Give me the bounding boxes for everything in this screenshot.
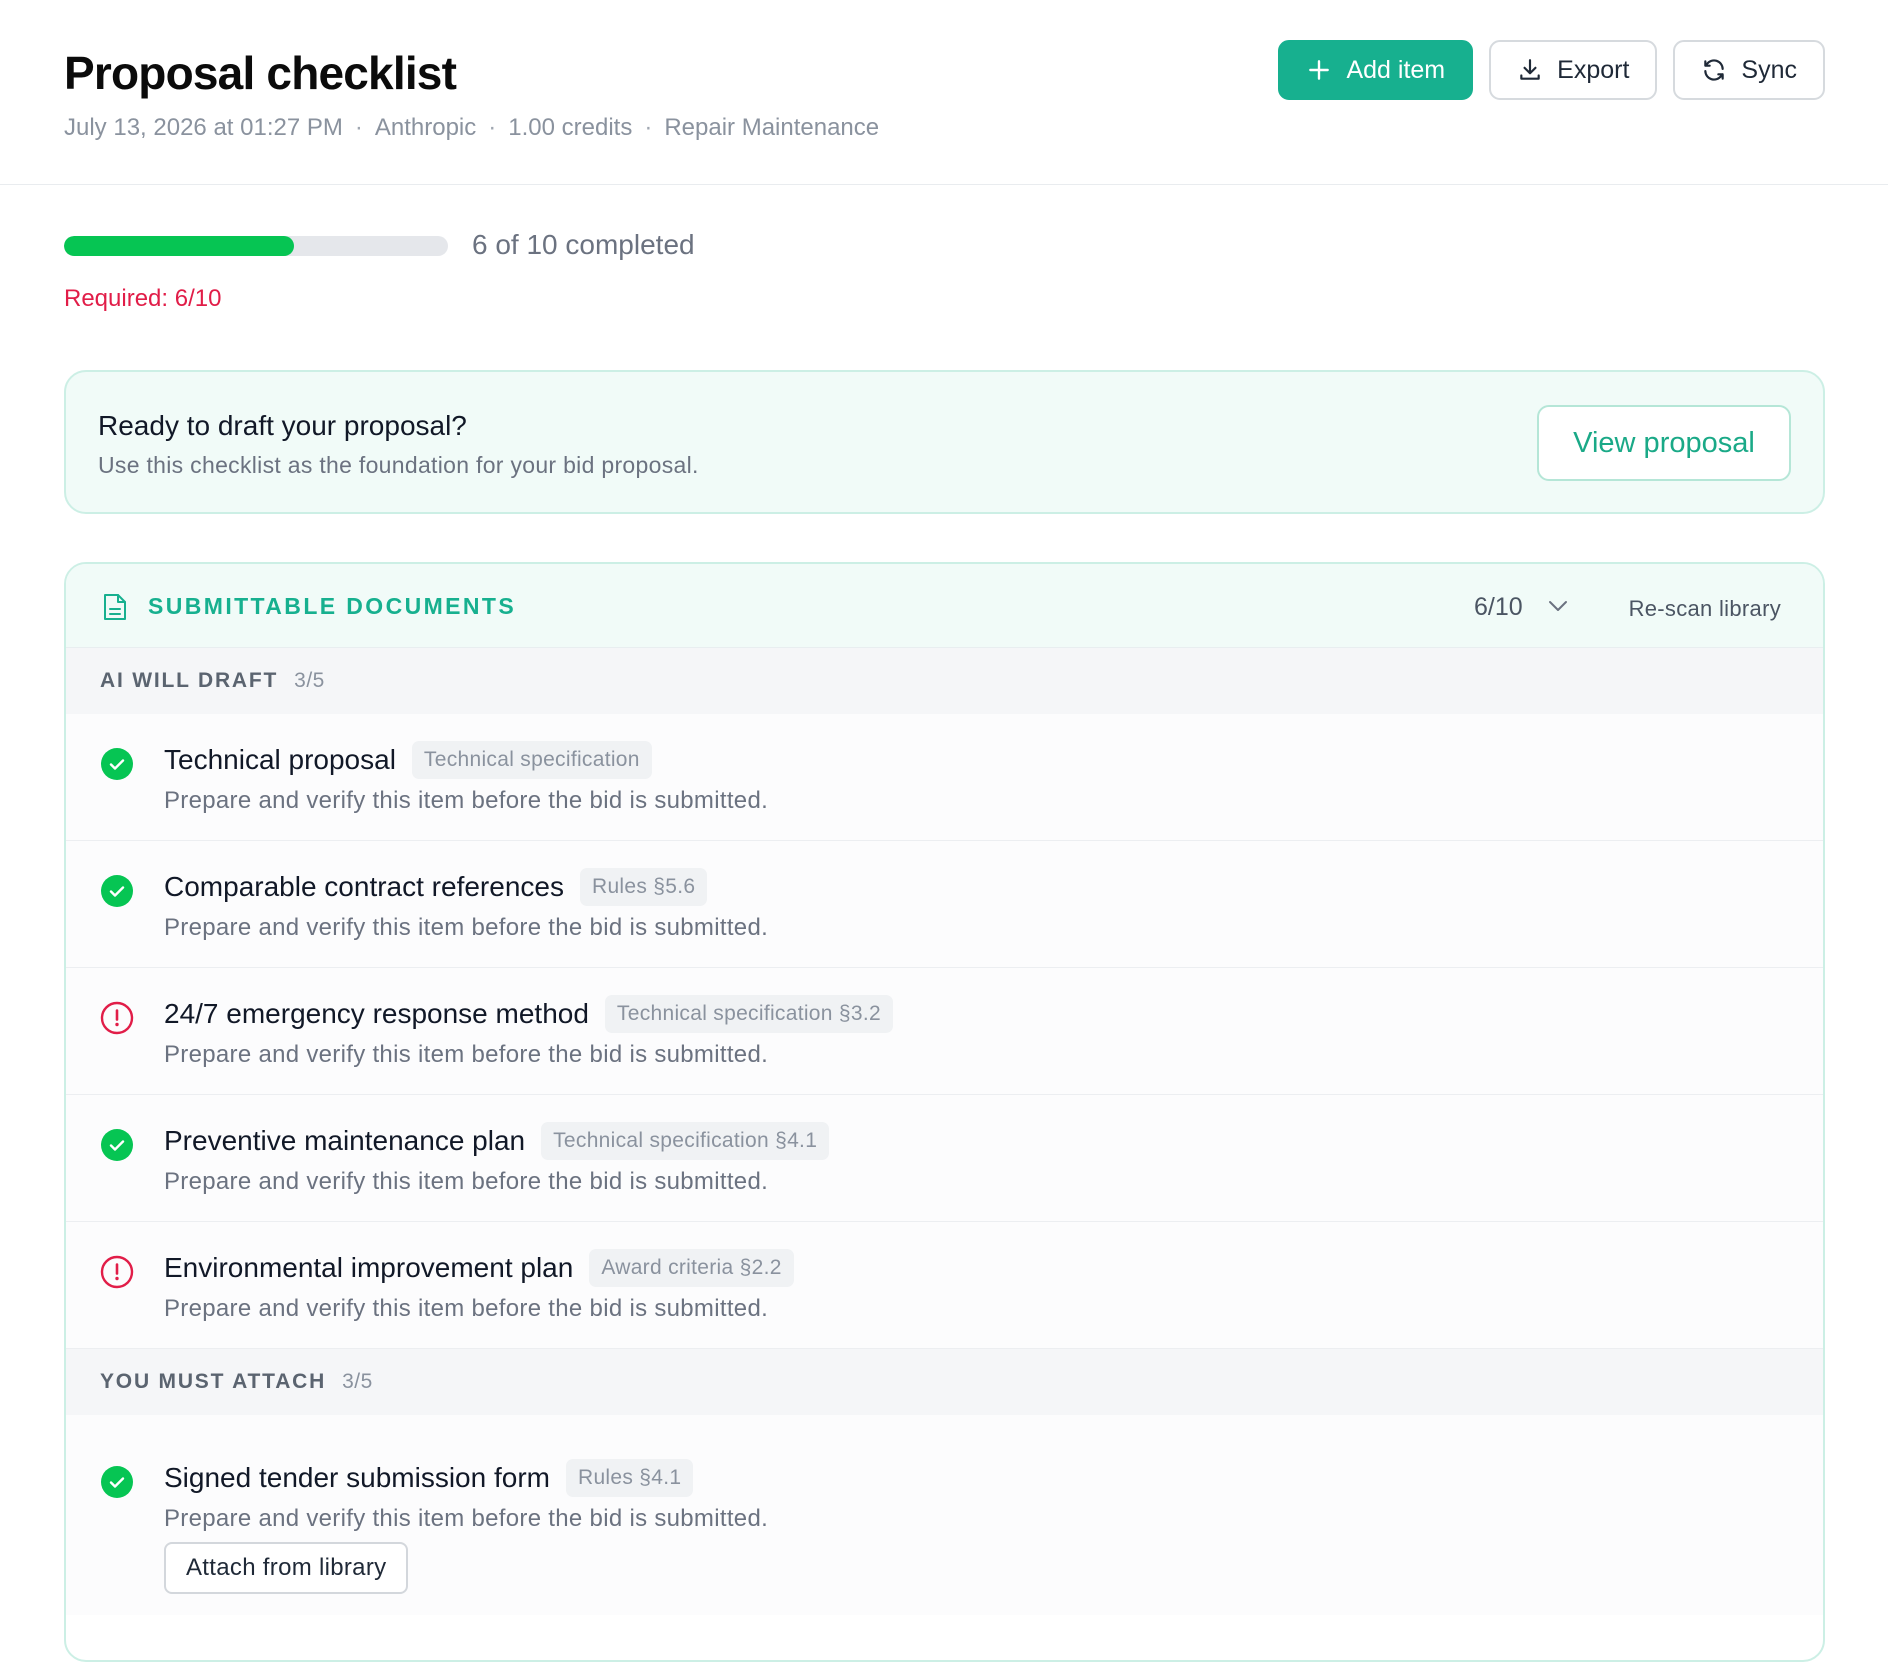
item-description: Prepare and verify this item before the … <box>164 1041 769 1068</box>
item-name: Preventive maintenance plan Technical sp… <box>164 1122 830 1160</box>
meta-separator: · <box>354 114 363 141</box>
group-title: YOU MUST ATTACH <box>100 1370 327 1393</box>
required-count: Required: 6/10 <box>64 285 222 312</box>
banner-subtitle: Use this checklist as the foundation for… <box>98 452 699 478</box>
check-circle-icon <box>101 1466 133 1498</box>
draft-banner: Ready to draft your proposal? Use this c… <box>64 370 1825 514</box>
item-title: Preventive maintenance plan <box>164 1125 526 1156</box>
item-description: Prepare and verify this item before the … <box>164 914 769 941</box>
page-title: Proposal checklist <box>64 47 457 99</box>
check-circle-icon <box>101 748 133 780</box>
download-icon <box>1520 59 1540 80</box>
submittable-documents-card: SUBMITTABLE DOCUMENTS 6/10 Re-scan libra… <box>64 562 1825 1662</box>
item-tag: Technical specification §3.2 <box>604 995 893 1033</box>
header-actions: Add item Export Sync <box>1278 40 1825 100</box>
item-name: Environmental improvement plan Award cri… <box>164 1249 794 1287</box>
documents-card-header[interactable]: SUBMITTABLE DOCUMENTS 6/10 Re-scan libra… <box>66 564 1823 648</box>
checklist-item[interactable]: Signed tender submission form Rules §4.1… <box>66 1415 1823 1615</box>
group-count: 3/5 <box>294 669 325 692</box>
meta-date: July 13, 2026 at 01:27 PM <box>64 114 343 141</box>
chevron-down-icon[interactable] <box>1546 594 1570 618</box>
meta-organization: Anthropic <box>374 114 477 141</box>
group-header-you-must-attach: YOU MUST ATTACH 3/5 <box>66 1349 1823 1415</box>
add-item-label: Add item <box>1346 55 1446 84</box>
item-tag: Award criteria §2.2 <box>589 1249 794 1287</box>
refresh-icon <box>1704 59 1725 81</box>
rescan-library-link[interactable]: Re-scan library <box>1629 596 1781 622</box>
item-title: Signed tender submission form <box>164 1462 550 1493</box>
group-count: 3/5 <box>342 1370 373 1393</box>
group-title: AI WILL DRAFT <box>100 669 279 692</box>
group-header-ai-will-draft: AI WILL DRAFT 3/5 <box>66 648 1823 714</box>
checklist-item[interactable]: Environmental improvement plan Award cri… <box>66 1222 1823 1349</box>
item-title: Environmental improvement plan <box>164 1252 574 1283</box>
plus-icon <box>1309 60 1330 80</box>
meta-credits: 1.00 credits <box>508 114 633 141</box>
item-title: 24/7 emergency response method <box>164 998 589 1029</box>
item-description: Prepare and verify this item before the … <box>164 1505 769 1532</box>
export-label: Export <box>1557 55 1630 84</box>
meta-separator: · <box>488 114 497 141</box>
checklist-item[interactable]: Preventive maintenance plan Technical sp… <box>66 1095 1823 1222</box>
document-icon <box>104 594 126 620</box>
add-item-button[interactable]: Add item <box>1278 40 1474 100</box>
meta-category: Repair Maintenance <box>664 114 880 141</box>
item-tag: Technical specification §4.1 <box>541 1122 830 1160</box>
checklist-item[interactable]: Technical proposal Technical specificati… <box>66 714 1823 841</box>
progress-bar-fill <box>64 236 295 256</box>
export-button[interactable]: Export <box>1489 40 1658 100</box>
check-circle-icon <box>101 1129 133 1161</box>
item-description: Prepare and verify this item before the … <box>164 1168 769 1195</box>
item-tag: Rules §5.6 <box>579 868 708 906</box>
sync-label: Sync <box>1741 55 1797 84</box>
checklist-item[interactable]: 24/7 emergency response method Technical… <box>66 968 1823 1095</box>
progress-bar <box>64 236 448 256</box>
item-name: Comparable contract references Rules §5.… <box>164 868 708 906</box>
meta-separator: · <box>644 114 653 141</box>
documents-title: SUBMITTABLE DOCUMENTS <box>148 593 517 619</box>
item-title: Comparable contract references <box>164 871 564 902</box>
check-circle-icon <box>101 875 133 907</box>
checklist-item[interactable]: Comparable contract references Rules §5.… <box>66 841 1823 968</box>
alert-circle-icon <box>100 1255 134 1289</box>
page-header: Proposal checklist July 13, 2026 at 01:2… <box>0 0 1888 185</box>
progress-label: 6 of 10 completed <box>472 229 695 260</box>
item-tag: Rules §4.1 <box>565 1459 694 1497</box>
view-proposal-button[interactable]: View proposal <box>1537 405 1791 481</box>
item-title: Technical proposal <box>164 744 396 775</box>
item-name: Technical proposal Technical specificati… <box>164 741 652 779</box>
page-meta: July 13, 2026 at 01:27 PM · Anthropic · … <box>64 114 879 142</box>
sync-button[interactable]: Sync <box>1673 40 1825 100</box>
item-name: 24/7 emergency response method Technical… <box>164 995 893 1033</box>
attach-from-library-button[interactable]: Attach from library <box>164 1542 409 1594</box>
documents-count: 6/10 <box>1474 593 1523 621</box>
item-tag: Technical specification <box>411 741 652 779</box>
item-description: Prepare and verify this item before the … <box>164 787 769 814</box>
item-description: Prepare and verify this item before the … <box>164 1295 769 1322</box>
alert-circle-icon <box>100 1001 134 1035</box>
banner-title: Ready to draft your proposal? <box>98 410 467 441</box>
item-name: Signed tender submission form Rules §4.1 <box>164 1459 694 1497</box>
